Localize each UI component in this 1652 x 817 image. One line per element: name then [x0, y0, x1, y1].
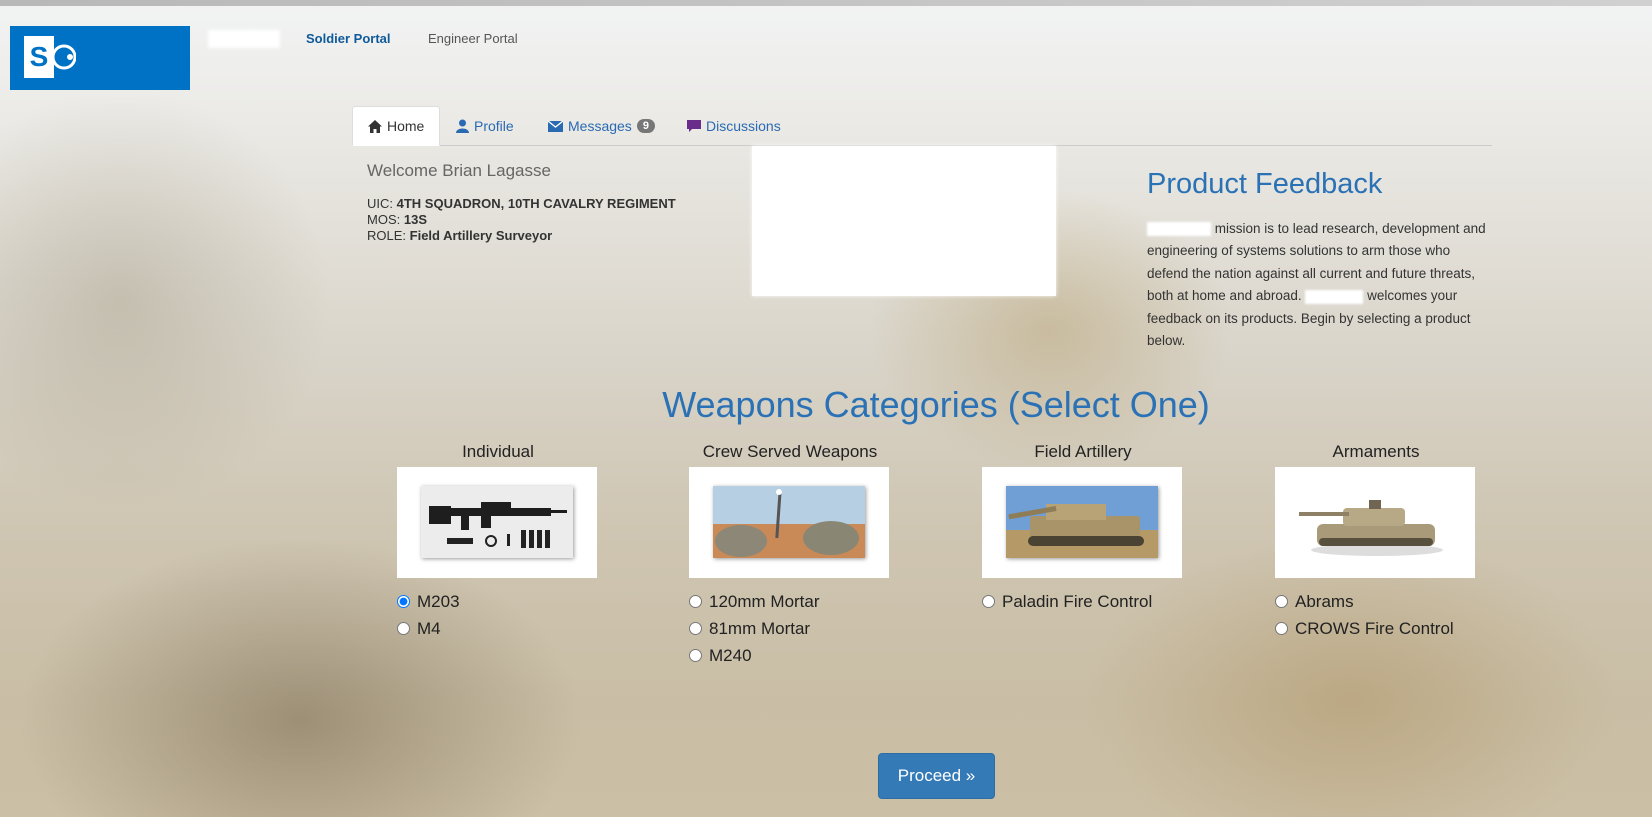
- option-m203[interactable]: M203: [397, 588, 599, 615]
- uic-row: UIC: 4TH SQUADRON, 10TH CAVALRY REGIMENT: [367, 196, 676, 211]
- envelope-icon: [548, 120, 563, 132]
- option-crows-fire-control[interactable]: CROWS Fire Control: [1275, 615, 1477, 642]
- tank-image: [1275, 467, 1475, 578]
- category-title: Individual: [462, 442, 534, 461]
- sharepoint-icon: S: [24, 33, 76, 81]
- rifle-image: [397, 467, 597, 578]
- option-label: M240: [709, 645, 752, 665]
- radio-crows-fire-control[interactable]: [1275, 622, 1288, 635]
- redacted-image-panel: [752, 146, 1056, 296]
- product-feedback-text: mission is to lead research, development…: [1147, 218, 1492, 352]
- option-label: 81mm Mortar: [709, 618, 811, 638]
- redacted-org-name: [1305, 289, 1364, 304]
- option-120mm-mortar[interactable]: 120mm Mortar: [689, 588, 891, 615]
- radio-abrams[interactable]: [1275, 595, 1288, 608]
- rifle-graphic: [429, 502, 567, 548]
- radio-81mm-mortar[interactable]: [689, 622, 702, 635]
- tank-graphic: [1299, 500, 1443, 556]
- tab-label: Profile: [474, 118, 514, 134]
- option-label: 120mm Mortar: [709, 591, 820, 611]
- mos-label: MOS:: [367, 212, 401, 227]
- portal-link-soldier[interactable]: Soldier Portal: [306, 31, 391, 46]
- uic-value: 4TH SQUADRON, 10TH CAVALRY REGIMENT: [396, 196, 676, 211]
- comment-icon: [687, 119, 701, 132]
- category-field-artillery: Field Artillery Paladin Fire Control: [982, 442, 1184, 615]
- option-label: Paladin Fire Control: [1002, 591, 1153, 611]
- messages-count-badge: 9: [636, 119, 655, 133]
- tab-label: Discussions: [706, 118, 781, 134]
- category-title: Field Artillery: [1034, 442, 1132, 461]
- howitzer-graphic: [1006, 486, 1158, 558]
- uic-label: UIC:: [367, 196, 393, 211]
- tab-home[interactable]: Home: [352, 106, 441, 146]
- option-m4[interactable]: M4: [397, 615, 599, 642]
- radio-m240[interactable]: [689, 649, 702, 662]
- redacted-site-name: [208, 30, 280, 48]
- category-armaments: Armaments Abrams CROWS Fire Control: [1275, 442, 1477, 642]
- category-individual: Individual M203 M4: [397, 442, 599, 642]
- category-title: Crew Served Weapons: [702, 442, 878, 461]
- option-label: M203: [417, 591, 460, 611]
- role-value: Field Artillery Surveyor: [409, 228, 553, 243]
- radio-m203[interactable]: [397, 595, 410, 608]
- portal-link-engineer[interactable]: Engineer Portal: [428, 31, 518, 46]
- mortar-graphic: [713, 486, 865, 558]
- option-abrams[interactable]: Abrams: [1275, 588, 1477, 615]
- top-strip: [0, 0, 1652, 6]
- mos-value: 13S: [403, 212, 427, 227]
- weapons-categories-title: Weapons Categories (Select One): [662, 384, 1210, 425]
- tab-profile[interactable]: Profile: [441, 106, 529, 146]
- tab-label: Home: [387, 118, 425, 134]
- welcome-text: Welcome Brian Lagasse: [367, 161, 551, 180]
- option-label: CROWS Fire Control: [1295, 618, 1454, 638]
- tab-discussions[interactable]: Discussions: [672, 106, 796, 146]
- product-feedback-title: Product Feedback: [1147, 168, 1383, 200]
- tab-messages[interactable]: Messages 9: [533, 106, 670, 146]
- sharepoint-logo[interactable]: S: [10, 26, 190, 90]
- tab-label: Messages: [568, 118, 632, 134]
- role-row: ROLE: Field Artillery Surveyor: [367, 228, 552, 243]
- option-label: M4: [417, 618, 441, 638]
- role-label: ROLE:: [367, 228, 407, 243]
- category-crew-served-weapons: Crew Served Weapons 120mm Mortar 81mm Mo…: [689, 442, 891, 669]
- mortar-image: [689, 467, 889, 578]
- category-title: Armaments: [1332, 442, 1420, 461]
- mos-row: MOS: 13S: [367, 212, 427, 227]
- redacted-org-name: [1147, 222, 1211, 237]
- radio-120mm-mortar[interactable]: [689, 595, 702, 608]
- proceed-button[interactable]: Proceed »: [878, 753, 995, 799]
- radio-paladin-fire-control[interactable]: [982, 595, 995, 608]
- option-label: Abrams: [1295, 591, 1354, 611]
- logo-letter: S: [24, 36, 54, 78]
- nav-tabs: Home Profile Messages 9 Discussions: [352, 106, 1492, 146]
- option-81mm-mortar[interactable]: 81mm Mortar: [689, 615, 891, 642]
- howitzer-image: [982, 467, 1182, 578]
- option-m240[interactable]: M240: [689, 642, 891, 669]
- option-paladin-fire-control[interactable]: Paladin Fire Control: [982, 588, 1184, 615]
- radio-m4[interactable]: [397, 622, 410, 635]
- user-icon: [456, 119, 469, 133]
- home-icon: [368, 119, 382, 133]
